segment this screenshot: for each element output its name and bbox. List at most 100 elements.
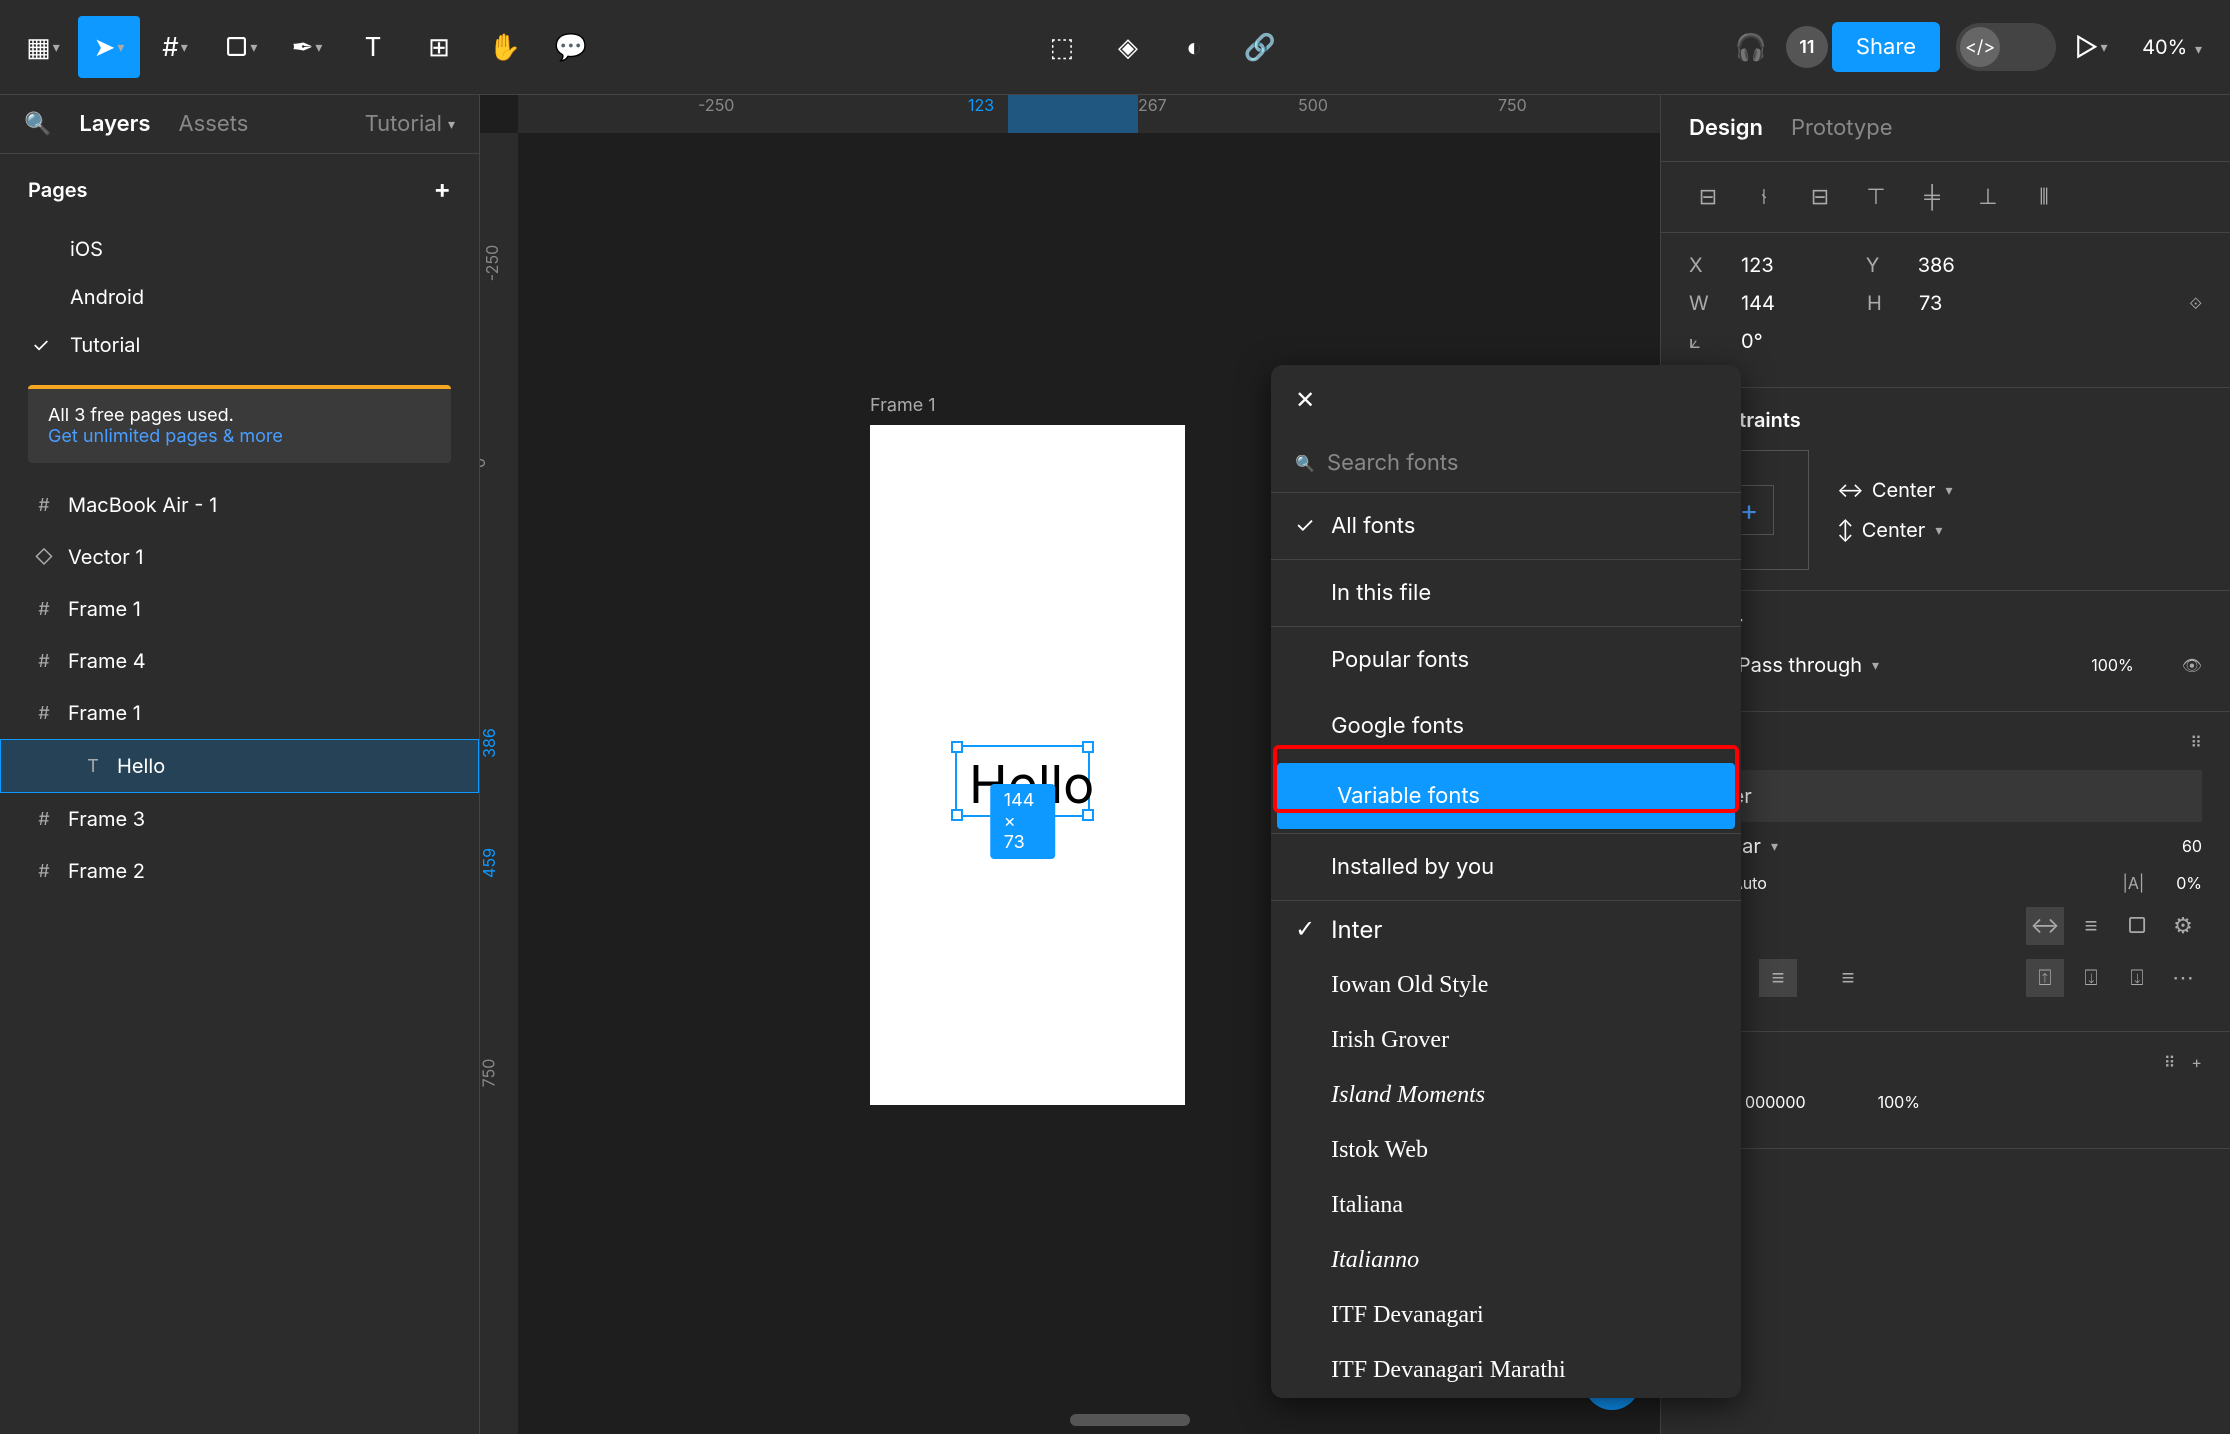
font-search-input[interactable]: [1327, 450, 1717, 476]
fill-opacity-value[interactable]: 100%: [1878, 1092, 1920, 1112]
page-ios[interactable]: iOS: [0, 225, 479, 273]
align-vcenter-icon[interactable]: ╪: [1913, 178, 1951, 216]
shape-tool[interactable]: ▢▾: [210, 16, 272, 78]
text-align-bottom-icon[interactable]: ⍗: [2118, 959, 2156, 997]
font-option[interactable]: Istok Web: [1271, 1123, 1741, 1178]
opacity-value[interactable]: 100%: [2091, 655, 2133, 675]
visibility-icon[interactable]: 👁: [2182, 655, 2202, 675]
ruler-vertical: -250 0 386 459 750: [480, 133, 518, 1434]
align-top-icon[interactable]: ⊤: [1857, 178, 1895, 216]
text-align-right-icon[interactable]: ≡: [1829, 959, 1867, 997]
align-bottom-icon[interactable]: ⊥: [1969, 178, 2007, 216]
letter-spacing-input[interactable]: 0%: [2176, 873, 2202, 893]
layer-item[interactable]: #MacBook Air - 1: [0, 479, 479, 531]
text-align-center-icon[interactable]: ≡: [1759, 959, 1797, 997]
pen-tool[interactable]: ✒▾: [276, 16, 338, 78]
present-button[interactable]: ▷▾: [2060, 16, 2122, 78]
zoom-level[interactable]: 40% ▾: [2126, 27, 2218, 67]
layer-item[interactable]: THello: [0, 739, 479, 793]
audio-icon[interactable]: 🎧: [1720, 16, 1782, 78]
share-button[interactable]: Share: [1832, 22, 1940, 72]
filter-popular-fonts[interactable]: Popular fonts: [1271, 627, 1741, 693]
tab-design[interactable]: Design: [1689, 115, 1763, 141]
font-option[interactable]: Iowan Old Style: [1271, 958, 1741, 1013]
left-panel: 🔍 Layers Assets Tutorial ▾ Pages + iOS A…: [0, 95, 480, 1434]
mask-tool[interactable]: ◈: [1097, 16, 1159, 78]
layer-item[interactable]: #Frame 1: [0, 687, 479, 739]
selected-text-layer[interactable]: Hello 144 × 73: [955, 745, 1090, 817]
text-styles-icon[interactable]: ⠿: [2190, 732, 2202, 756]
size-badge: 144 × 73: [990, 784, 1056, 859]
tab-assets[interactable]: Assets: [178, 111, 248, 137]
x-value[interactable]: 123: [1741, 253, 1774, 277]
filter-google-fonts[interactable]: Google fonts: [1271, 693, 1741, 759]
frame-tool[interactable]: #▾: [144, 16, 206, 78]
comment-tool[interactable]: 💬: [540, 16, 602, 78]
rotation-value[interactable]: 0°: [1741, 329, 1763, 353]
layer-item[interactable]: #Frame 1: [0, 583, 479, 635]
font-option[interactable]: Italianno: [1271, 1233, 1741, 1288]
constraint-h-dropdown[interactable]: ↔ Center ▾: [1837, 478, 1952, 502]
frame-label[interactable]: Frame 1: [870, 395, 936, 416]
main-menu-button[interactable]: ▦▾: [12, 16, 74, 78]
constraint-v-dropdown[interactable]: ↕ Center ▾: [1837, 518, 1952, 542]
close-icon[interactable]: ✕: [1295, 385, 1315, 414]
move-tool[interactable]: ➤▾: [78, 16, 140, 78]
w-value[interactable]: 144: [1741, 291, 1775, 315]
fill-styles-icon[interactable]: ⠿: [2164, 1052, 2176, 1076]
layer-item[interactable]: #Frame 2: [0, 845, 479, 897]
filter-installed-by-you[interactable]: Installed by you: [1271, 834, 1741, 900]
search-icon[interactable]: 🔍: [24, 111, 51, 137]
fixed-size-icon[interactable]: ▢: [2118, 907, 2156, 945]
avatar-badge[interactable]: 11: [1786, 26, 1828, 68]
add-fill-button[interactable]: +: [2191, 1052, 2202, 1076]
tab-layers[interactable]: Layers: [79, 111, 150, 137]
layer-title: Layer: [1689, 611, 2202, 635]
align-left-icon[interactable]: ⊟: [1689, 178, 1727, 216]
auto-width-icon[interactable]: ↔: [2026, 907, 2064, 945]
link-tool[interactable]: 🔗: [1229, 16, 1291, 78]
distribute-icon[interactable]: ⫴: [2025, 178, 2063, 216]
component-tool[interactable]: ⬚: [1031, 16, 1093, 78]
font-option[interactable]: ITF Devanagari Marathi: [1271, 1343, 1741, 1398]
page-android[interactable]: Android: [0, 273, 479, 321]
filter-all-fonts[interactable]: All fonts: [1271, 493, 1741, 559]
align-right-icon[interactable]: ⊟: [1801, 178, 1839, 216]
frame-1[interactable]: Hello 144 × 73: [870, 425, 1185, 1105]
lock-aspect-icon[interactable]: ⟐: [2189, 293, 2202, 314]
font-option[interactable]: ITF Devanagari: [1271, 1288, 1741, 1343]
text-align-middle-icon[interactable]: ⍗: [2072, 959, 2110, 997]
layer-item[interactable]: #Frame 4: [0, 635, 479, 687]
font-option[interactable]: Inter: [1271, 901, 1741, 958]
font-option[interactable]: Italiana: [1271, 1178, 1741, 1233]
font-option[interactable]: Irish Grover: [1271, 1013, 1741, 1068]
h-value[interactable]: 73: [1919, 291, 1942, 315]
tab-tutorial[interactable]: Tutorial ▾: [365, 111, 455, 137]
main-toolbar: ▦▾ ➤▾ #▾ ▢▾ ✒▾ T ⊞ ✋ 💬 ⬚ ◈ ◐ 🔗 🎧 11 Shar…: [0, 0, 2230, 95]
resources-tool[interactable]: ⊞: [408, 16, 470, 78]
text-tool[interactable]: T: [342, 16, 404, 78]
boolean-tool[interactable]: ◐: [1163, 16, 1225, 78]
font-family-input[interactable]: Inter: [1689, 770, 2202, 822]
y-value[interactable]: 386: [1918, 253, 1955, 277]
add-page-button[interactable]: +: [434, 174, 452, 205]
tab-prototype[interactable]: Prototype: [1791, 115, 1893, 141]
dev-mode-toggle[interactable]: </>: [1956, 23, 2056, 71]
blend-mode-dropdown[interactable]: Pass through ▾: [1738, 653, 1879, 677]
page-tutorial[interactable]: Tutorial: [0, 321, 479, 369]
text-align-top-icon[interactable]: ⍐: [2026, 959, 2064, 997]
auto-height-icon[interactable]: ≡: [2072, 907, 2110, 945]
filter-variable-fonts[interactable]: Variable fonts: [1277, 763, 1735, 829]
font-option[interactable]: Island Moments: [1271, 1068, 1741, 1123]
align-hcenter-icon[interactable]: ⫮: [1745, 178, 1783, 216]
text-more-icon[interactable]: ⋯: [2164, 959, 2202, 997]
layer-item[interactable]: #Frame 3: [0, 793, 479, 845]
fill-color-value[interactable]: 000000: [1745, 1092, 1806, 1112]
text-settings-icon[interactable]: ⚙: [2164, 907, 2202, 945]
hand-tool[interactable]: ✋: [474, 16, 536, 78]
scrollbar-horizontal[interactable]: [1070, 1414, 1190, 1426]
upgrade-link[interactable]: Get unlimited pages & more: [48, 426, 431, 447]
font-size-input[interactable]: 60: [2182, 836, 2202, 856]
filter-in-this-file[interactable]: In this file: [1271, 560, 1741, 626]
layer-item[interactable]: ◇Vector 1: [0, 531, 479, 583]
